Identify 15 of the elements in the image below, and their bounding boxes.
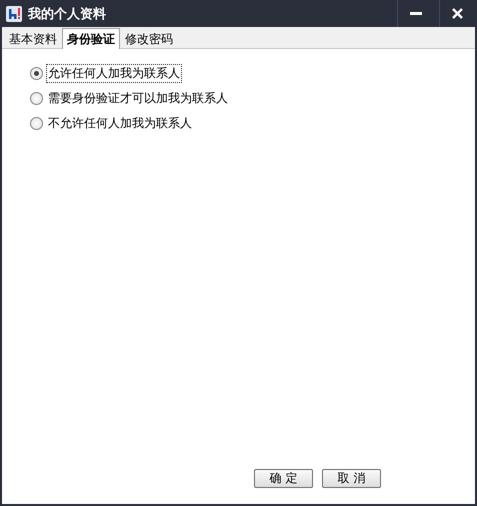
radio-label[interactable]: 允许任何人加我为联系人 <box>46 64 182 83</box>
radio-label[interactable]: 需要身份验证才可以加我为联系人 <box>46 89 230 108</box>
ok-button[interactable]: 确 定 <box>254 469 313 488</box>
tab[interactable]: 身份验证 <box>62 28 120 49</box>
radio-button[interactable] <box>30 117 43 130</box>
tab[interactable]: 基本资料 <box>4 29 62 48</box>
radio-label[interactable]: 不允许任何人加我为联系人 <box>46 114 194 133</box>
radio-button[interactable] <box>30 67 43 80</box>
app-logo-icon <box>6 6 22 22</box>
close-icon <box>452 8 463 19</box>
tab[interactable]: 修改密码 <box>120 29 178 48</box>
cancel-button[interactable]: 取 消 <box>322 469 381 488</box>
radio-button[interactable] <box>30 92 43 105</box>
minimize-icon <box>410 12 422 16</box>
window-title: 我的个人资料 <box>28 6 107 22</box>
